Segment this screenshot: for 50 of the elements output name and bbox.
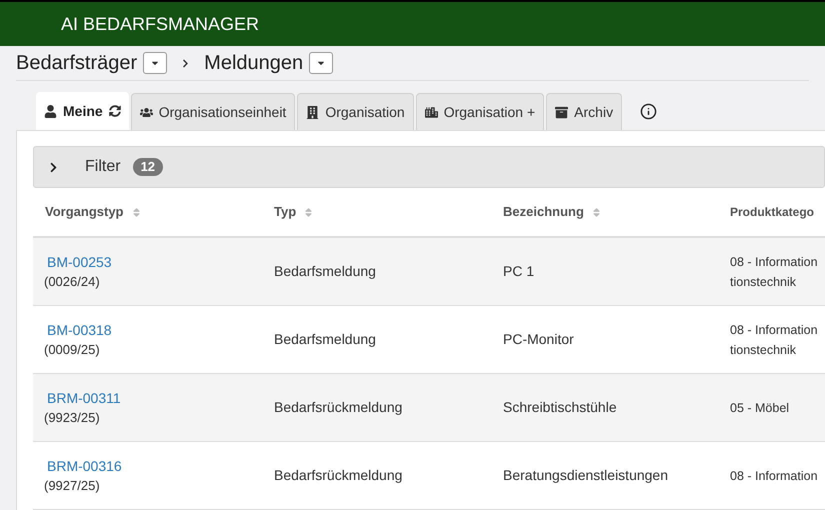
tab[interactable]: Organisation +: [416, 93, 544, 130]
table-cell-text: PC-Monitor: [502, 330, 575, 349]
column-header[interactable]: Produktkatego: [720, 203, 825, 221]
users-icon: [140, 106, 153, 118]
table-cell-text: Bedarfsrückmeldung: [273, 398, 404, 417]
dropdown-button[interactable]: [143, 52, 168, 74]
sort-icon[interactable]: [132, 206, 140, 218]
record-number: (9923/25): [44, 408, 100, 427]
record-number: (0009/25): [44, 340, 100, 359]
sort-icon[interactable]: [304, 206, 314, 218]
record-link[interactable]: BM-00253: [47, 252, 112, 272]
tab[interactable]: Archiv: [546, 93, 622, 130]
breadcrumb-item[interactable]: Meldungen: [204, 48, 304, 78]
table-cell-text: PC 1: [502, 262, 536, 281]
tab[interactable]: Organisationseinheit: [130, 93, 296, 130]
column-header[interactable]: Vorgangstyp: [33, 202, 262, 222]
category-line: tionstechnik: [730, 274, 798, 290]
buildings-icon: [424, 106, 438, 118]
category-line: 08 - Information: [730, 254, 819, 270]
category-line: tionstechnik: [730, 342, 798, 358]
column-header[interactable]: Bezeichnung: [491, 202, 720, 222]
refresh-icon: [108, 105, 121, 117]
tab[interactable]: Meine: [36, 92, 129, 130]
record-number: (0026/24): [44, 272, 100, 291]
breadcrumb-item[interactable]: Bedarfsträger: [16, 48, 138, 78]
archive-box-icon: [555, 106, 568, 118]
column-header[interactable]: Typ: [262, 202, 491, 222]
record-number: (9927/25): [44, 476, 100, 495]
tab[interactable]: Organisation: [297, 93, 414, 130]
record-link[interactable]: BRM-00311: [47, 388, 121, 408]
app-title: AI BEDARFSMANAGER: [61, 12, 260, 36]
info-icon[interactable]: [640, 103, 658, 120]
table-cell-text: Bedarfsrückmeldung: [273, 466, 404, 485]
category-line: 08 - Information: [730, 468, 819, 484]
user-icon: [44, 104, 57, 118]
record-link[interactable]: BRM-00316: [47, 456, 122, 476]
table-cell-text: Bedarfsmeldung: [273, 262, 377, 281]
table-cell-text: Bedarfsmeldung: [273, 330, 377, 349]
table-cell-text: Beratungsdienstleistungen: [502, 466, 670, 485]
sort-icon[interactable]: [592, 206, 601, 218]
table-cell-text: Schreibtischstühle: [502, 398, 618, 417]
chevron-right-icon: [181, 58, 190, 68]
record-link[interactable]: BM-00318: [47, 320, 112, 340]
building-icon: [306, 106, 320, 118]
category-line: 08 - Information: [730, 322, 819, 338]
filter-label: Filter: [85, 157, 121, 177]
dropdown-button[interactable]: [309, 52, 334, 74]
category-line: 05 - Möbel: [730, 400, 790, 416]
filter-count: 12: [132, 158, 164, 176]
filter-bar[interactable]: Filter 12: [33, 146, 825, 188]
